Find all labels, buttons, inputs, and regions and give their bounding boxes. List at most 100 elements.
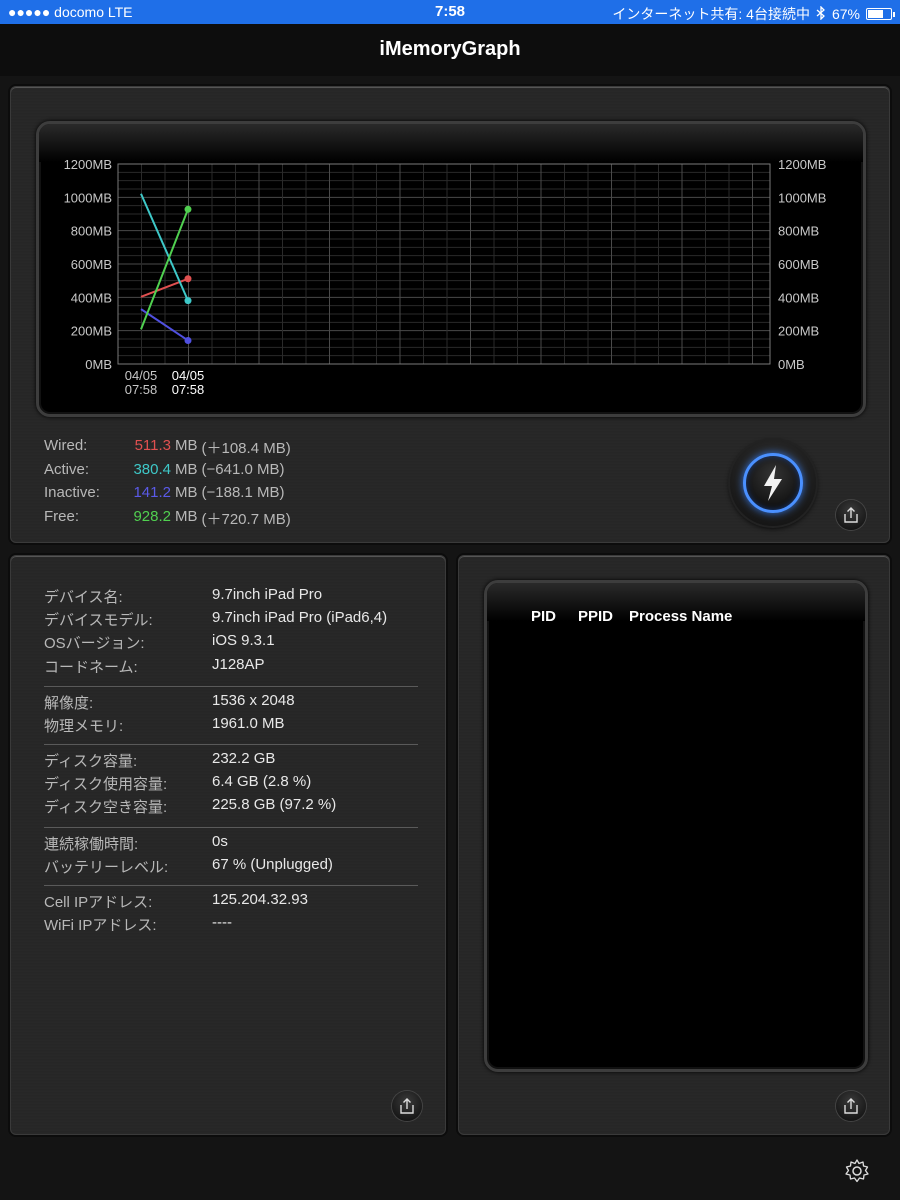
memory-stat-row: Wired: 511.3 MB (＋108.4 MB) <box>44 437 291 461</box>
memory-stat-value: 928.2 <box>133 507 171 525</box>
process-share-button[interactable] <box>836 1091 866 1121</box>
y-tick-label-right: 0MB <box>778 357 805 372</box>
memory-stat-unit: MB <box>175 507 198 525</box>
series-point-free <box>184 205 192 213</box>
info-label: 連続稼働時間: <box>44 836 139 853</box>
info-separator <box>44 885 418 886</box>
info-value: 1536 x 2048 <box>212 692 295 709</box>
info-label: ディスク容量: <box>44 753 138 770</box>
info-value: 1961.0 MB <box>212 715 285 733</box>
info-row: バッテリーレベル: 67 % (Unplugged) <box>44 856 333 879</box>
y-tick-label-left: 800MB <box>71 224 112 239</box>
memory-stat-delta: (−188.1 MB) <box>201 484 285 501</box>
memory-stat-row: Active: 380.4 MB (−641.0 MB) <box>44 461 291 485</box>
y-tick-label-left: 0MB <box>85 357 112 372</box>
memory-stat-row: Inactive: 141.2 MB (−188.1 MB) <box>44 484 291 508</box>
refresh-button[interactable] <box>730 440 816 526</box>
memory-stat-delta: (−641.0 MB) <box>201 460 285 478</box>
series-point-active <box>184 297 192 305</box>
x-tick-date: 04/05 <box>172 368 205 383</box>
info-value: 0s <box>212 833 228 850</box>
y-tick-label-right: 600MB <box>778 257 819 272</box>
info-row: ディスク容量: 232.2 GB <box>44 750 336 773</box>
info-label: バッテリーレベル: <box>44 859 169 877</box>
y-tick-label-right: 400MB <box>778 290 819 305</box>
info-group: Cell IPアドレス: 125.204.32.93 WiFi IPアドレス: ---… <box>44 891 308 937</box>
y-tick-label-right: 1000MB <box>778 190 826 205</box>
info-row: コードネーム: J128AP <box>44 656 387 679</box>
info-value: 9.7inch iPad Pro <box>212 586 323 603</box>
info-group: デバイス名: 9.7inch iPad Pro デバイスモデル: 9.7inch iP… <box>44 586 387 679</box>
info-value: 125.204.32.93 <box>212 891 308 908</box>
memory-stat-unit: MB <box>175 437 198 454</box>
share-icon <box>844 507 858 523</box>
memory-stat-label: Free: <box>44 507 80 525</box>
y-tick-label-left: 600MB <box>71 257 112 272</box>
info-value: 9.7inch iPad Pro (iPad6,4) <box>212 609 388 627</box>
memory-stat-value: 511.3 <box>134 437 171 454</box>
memory-stats: Wired: 511.3 MB (＋108.4 MB) Active: 380.4 MB (−… <box>44 437 291 531</box>
memory-stat-value: 380.4 <box>133 460 171 478</box>
memory-stat-label: Active: <box>44 460 90 478</box>
info-label: Cell IPアドレス: <box>44 894 153 911</box>
info-row: 連続稼働時間: 0s <box>44 833 333 856</box>
ppid-column-header[interactable]: PPID <box>578 608 613 625</box>
process-name-column-header[interactable]: Process Name <box>629 608 732 625</box>
memory-stat-unit: MB <box>175 460 198 478</box>
x-tick-date: 04/05 <box>125 368 158 383</box>
y-tick-label-left: 400MB <box>71 290 112 305</box>
info-row: WiFi IPアドレス: ---- <box>44 914 308 937</box>
series-point-wired <box>184 275 192 283</box>
device-share-button[interactable] <box>392 1091 422 1121</box>
series-point-inactive <box>184 336 192 344</box>
memory-share-button[interactable] <box>836 500 866 530</box>
y-tick-label-left: 1200MB <box>64 157 112 172</box>
y-tick-label-right: 800MB <box>778 224 819 239</box>
info-label: WiFi IPアドレス: <box>44 917 157 935</box>
info-value: ---- <box>212 914 232 932</box>
info-row: 解像度: 1536 x 2048 <box>44 692 295 715</box>
y-tick-label-right: 200MB <box>778 324 819 339</box>
memory-graph: 0MB 0MB 200MB 200MB 400MB 400MB 600MB 600MB 800M… <box>64 157 827 397</box>
info-group: 連続稼働時間: 0s バッテリーレベル: 67 % (Unplugged) <box>44 833 333 879</box>
info-row: デバイス名: 9.7inch iPad Pro <box>44 586 387 609</box>
share-icon <box>844 1098 858 1114</box>
info-separator <box>44 686 418 687</box>
memory-stat-label: Inactive: <box>44 484 100 501</box>
info-value: 67 % (Unplugged) <box>212 856 333 874</box>
x-tick-time: 07:58 <box>125 382 158 397</box>
x-tick-time: 07:58 <box>172 382 205 397</box>
info-group: ディスク容量: 232.2 GB ディスク使用容量: 6.4 GB (2.8 %) ディ… <box>44 750 336 820</box>
memory-stat-row: Free: 928.2 MB (＋720.7 MB) <box>44 508 291 532</box>
info-label: デバイス名: <box>44 589 123 606</box>
info-label: 解像度: <box>44 695 94 712</box>
memory-stat-delta: (＋720.7 MB) <box>201 510 291 528</box>
info-value: J128AP <box>212 655 265 673</box>
info-row: デバイスモデル: 9.7inch iPad Pro (iPad6,4) <box>44 609 387 632</box>
info-value: iOS 9.3.1 <box>212 632 275 650</box>
memory-stat-value: 141.2 <box>133 484 171 501</box>
settings-button[interactable] <box>842 1156 872 1186</box>
info-row: 物理メモリ: 1961.0 MB <box>44 715 295 738</box>
info-label: ディスク使用容量: <box>44 776 168 794</box>
memory-stat-unit: MB <box>175 484 198 501</box>
pid-column-header[interactable]: PID <box>531 608 556 625</box>
info-value: 225.8 GB (97.2 %) <box>212 796 337 814</box>
process-list <box>484 580 868 1072</box>
info-label: 物理メモリ: <box>44 718 124 736</box>
info-value: 6.4 GB (2.8 %) <box>212 773 312 791</box>
info-value: 232.2 GB <box>212 750 276 767</box>
gear-icon <box>845 1159 869 1183</box>
info-row: OSバージョン: iOS 9.3.1 <box>44 632 387 655</box>
memory-stat-label: Wired: <box>44 437 88 454</box>
info-label: OSバージョン: <box>44 635 145 653</box>
y-tick-label-right: 1200MB <box>778 157 826 172</box>
lightning-bolt-icon <box>764 465 782 501</box>
info-label: コードネーム: <box>44 658 138 676</box>
info-row: ディスク使用容量: 6.4 GB (2.8 %) <box>44 773 336 796</box>
info-separator <box>44 827 418 828</box>
info-group: 解像度: 1536 x 2048 物理メモリ: 1961.0 MB <box>44 692 295 738</box>
memory-stat-delta: (＋108.4 MB) <box>201 440 291 457</box>
info-row: Cell IPアドレス: 125.204.32.93 <box>44 891 308 914</box>
info-label: ディスク空き容量: <box>44 799 168 817</box>
